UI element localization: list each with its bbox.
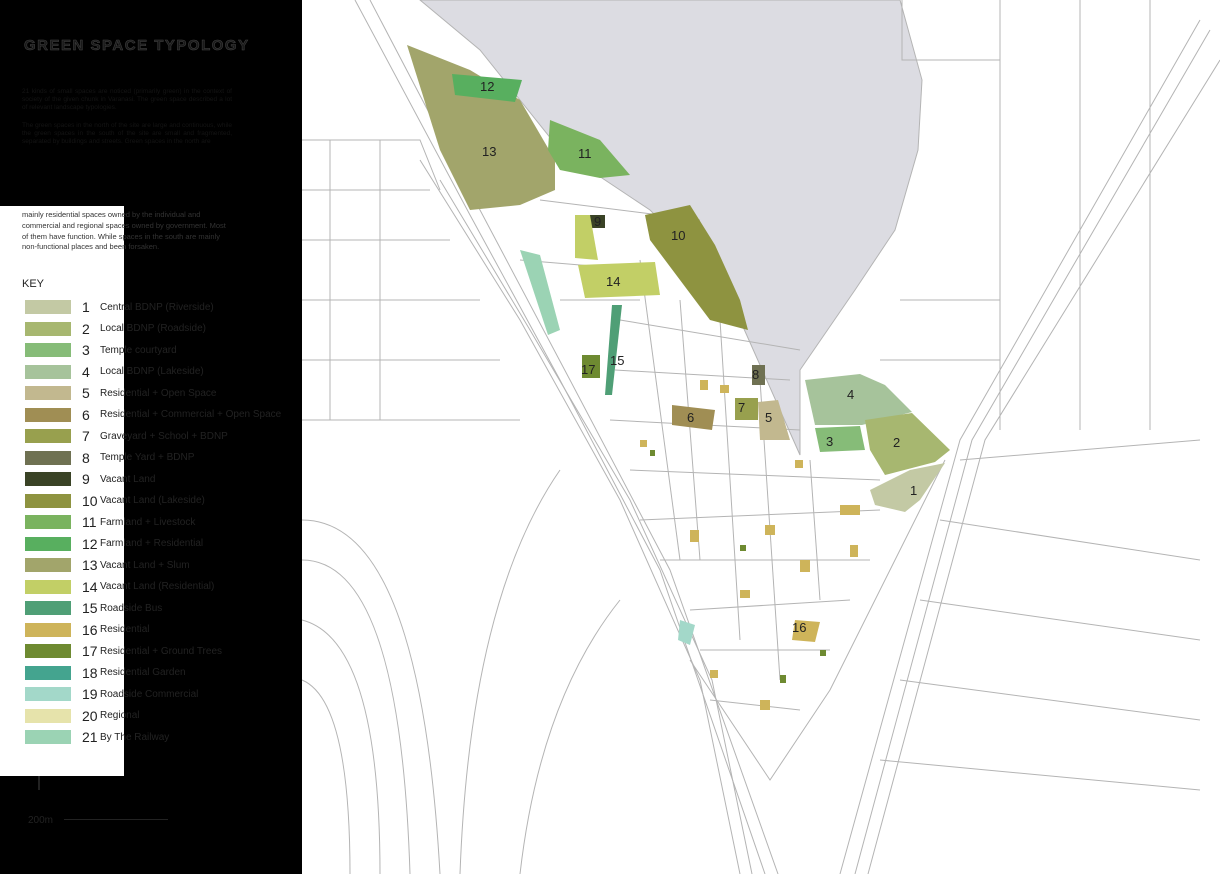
key-swatch (25, 558, 71, 572)
key-swatch (25, 364, 71, 379)
map-label-8: 8 (752, 367, 759, 382)
intro-text: 21 kinds of small spaces are noticed (pr… (22, 88, 232, 156)
key-item: 12 Farmland + Residential (25, 536, 203, 552)
key-item: 4 Local BDNP (Lakeside) (25, 364, 204, 380)
key-label: Graveyard + School + BDNP (100, 430, 228, 442)
key-label: Roadside Commercial (100, 688, 199, 700)
map-label-1: 1 (910, 483, 917, 498)
key-label: Vacant Land + Slum (100, 559, 190, 571)
map-label-15: 15 (610, 353, 624, 368)
key-swatch (25, 622, 71, 637)
north-arrow-icon (38, 776, 40, 790)
key-item: 1 Central BDNP (Riverside) (25, 299, 214, 315)
key-item: 5 Residential + Open Space (25, 385, 216, 401)
key-label: Local BDNP (Roadside) (100, 323, 206, 334)
key-item: 15 Roadside Bus (25, 600, 162, 616)
key-item: 20 Regional (25, 708, 139, 724)
intro-paragraph-3: mainly residential spaces owned by the i… (22, 210, 226, 252)
key-item: 7 Graveyard + School + BDNP (25, 428, 228, 444)
key-item: 9 Vacant Land (25, 471, 155, 487)
area-15 (605, 305, 622, 395)
key-swatch (25, 515, 71, 529)
key-label: By The Railway (100, 731, 170, 743)
key-swatch (25, 321, 71, 336)
key-item: 18 Residential Garden (25, 665, 186, 681)
map-label-11: 11 (578, 146, 592, 161)
key-item: 17 Residential + Ground Trees (25, 643, 222, 659)
key-item: 6 Residential + Commercial + Open Space (25, 407, 281, 423)
key-label: Residential Garden (100, 667, 186, 678)
key-item: 10 Vacant Land (Lakeside) (25, 493, 205, 509)
key-label: Regional (100, 710, 140, 721)
key-title: KEY (22, 278, 45, 290)
key-item: 13 Vacant Land + Slum (25, 557, 190, 573)
map-label-17: 17 (581, 362, 595, 377)
map-label-9: 9 (594, 214, 601, 229)
map-label-12: 12 (480, 79, 494, 94)
key-item: 2 Local BDNP (Roadside) (25, 321, 206, 337)
key-label: Residential + Open Space (100, 387, 217, 399)
key-label: Central BDNP (Riverside) (100, 301, 214, 313)
key-label: Residential + Commercial + Open Space (100, 409, 282, 420)
key-label: Residential (100, 624, 150, 635)
area-19 (678, 620, 695, 645)
key-label: Vacant Land (Residential) (100, 581, 215, 592)
map-label-3: 3 (826, 434, 833, 449)
key-label: Temple Yard + BDNP (100, 452, 195, 463)
map-label-14: 14 (606, 274, 620, 289)
key-label: Residential + Ground Trees (100, 645, 223, 657)
map-label-6: 6 (687, 410, 694, 425)
key-item: 16 Residential (25, 622, 149, 638)
key-swatch (25, 300, 71, 314)
key-item: 8 Temple Yard + BDNP (25, 450, 194, 466)
key-label: Temple courtyard (100, 344, 177, 356)
key-swatch (25, 687, 71, 701)
intro-paragraph-1: 21 kinds of small spaces are noticed (pr… (22, 88, 232, 111)
scale-bar (64, 819, 168, 820)
key-item: 14 Vacant Land (Residential) (25, 579, 214, 595)
key-swatch (25, 601, 71, 615)
key-label: Roadside Bus (100, 602, 163, 614)
key-swatch (25, 472, 71, 486)
intro-paragraph-2: The green spaces in the north of the sit… (22, 122, 232, 145)
key-swatch (25, 493, 71, 508)
key-swatch (25, 343, 71, 357)
map-label-7: 7 (738, 400, 745, 415)
map-label-5: 5 (765, 410, 772, 425)
map-label-4: 4 (847, 387, 854, 402)
key-label: Vacant Land (Lakeside) (100, 495, 205, 506)
key-label: Farmland + Residential (100, 538, 204, 549)
key-swatch (25, 579, 71, 594)
key-swatch (25, 450, 71, 465)
key-label: Vacant Land (100, 473, 156, 485)
key-label: Local BDNP (Lakeside) (100, 366, 204, 377)
map-label-16: 16 (792, 620, 806, 635)
key-item: 21 By The Railway (25, 729, 169, 745)
area-1 (870, 463, 945, 512)
page-title: GREEN SPACE TYPOLOGY (24, 37, 250, 55)
map-label-2: 2 (893, 435, 900, 450)
key-swatch (25, 386, 71, 400)
area-3 (815, 426, 865, 452)
key-swatch (25, 730, 71, 744)
key-swatch (25, 407, 71, 422)
map-label-10: 10 (671, 228, 685, 243)
key-swatch (25, 665, 71, 680)
key-swatch (25, 644, 71, 658)
key-item: 3 Temple courtyard (25, 342, 177, 358)
key-item: 19 Roadside Commercial (25, 686, 198, 702)
key-swatch (25, 708, 71, 723)
key-swatch (25, 429, 71, 443)
key-swatch (25, 536, 71, 551)
map-label-13: 13 (482, 144, 496, 159)
key-label: Farmland + Livestock (100, 516, 196, 528)
scale-label: 200m (28, 815, 54, 826)
key-item: 11 Farmland + Livestock (25, 514, 195, 530)
